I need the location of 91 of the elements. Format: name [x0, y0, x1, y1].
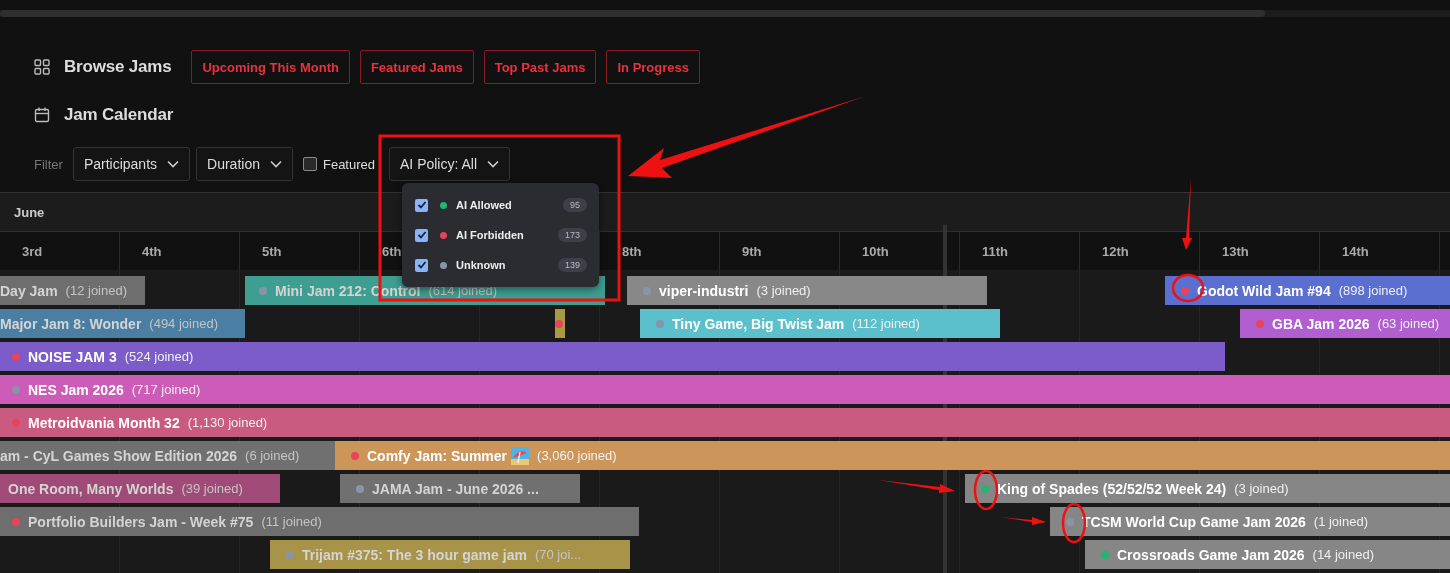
jam-name: One Room, Many Worlds [8, 480, 174, 497]
joined-count: (3,060 joined) [537, 448, 617, 463]
jam-filter-link[interactable]: Featured Jams [359, 50, 474, 84]
chevron-icon [487, 160, 500, 168]
joined-count: (6 joined) [245, 448, 300, 463]
jam-bar[interactable]: Trijam #375: The 3 hour game jam (70 joi... [270, 540, 630, 569]
ai-option-label: AI Forbidden [456, 229, 525, 241]
jam-name: JAMA Jam - June 2026 ... [372, 480, 539, 497]
day-header: 3rd [22, 243, 43, 259]
day-header: 11th [982, 243, 1008, 259]
joined-count: (112 joined) [852, 316, 920, 331]
jam-name: Major Jam 8: Wonder [0, 315, 142, 332]
count-badge: 173 [557, 228, 587, 242]
jam-filter-link[interactable]: In Progress [606, 50, 700, 84]
ai-option-label: Unknown [456, 259, 507, 271]
ai-option-label: AI Allowed [456, 199, 513, 211]
filter-dropdown[interactable]: Duration [196, 147, 293, 181]
joined-count: (3 joined) [1234, 481, 1289, 496]
featured-checkbox[interactable] [302, 157, 317, 171]
filter-dropdown[interactable]: Participants [72, 147, 191, 181]
count-badge: 95 [563, 198, 587, 212]
jam-filter-link[interactable]: Upcoming This Month [191, 50, 350, 84]
ai-option-checkbox[interactable] [415, 228, 428, 242]
jam-name: GBA Jam 2026 [1272, 315, 1370, 332]
jam-bar[interactable]: NES Jam 2026 (717 joined) [0, 375, 1450, 404]
jam-name: viper-industri [659, 282, 749, 299]
annotation-arrow [1000, 517, 1046, 525]
joined-count: (717 joined) [131, 382, 201, 397]
jam-bar[interactable]: am - CyL Games Show Edition 2026 (6 joined) [0, 441, 335, 470]
month-label: June [14, 204, 45, 220]
count-badge: 139 [557, 258, 587, 272]
ai-option-checkbox[interactable] [415, 198, 428, 212]
jam-bar[interactable]: Portfolio Builders Jam - Week #75 (11 joined) [0, 507, 639, 536]
jam-bar[interactable]: Day Jam (12 joined) [0, 276, 145, 305]
jam-calendar-title: Jam Calendar [64, 105, 174, 125]
jam-name: Comfy Jam: Summer [367, 447, 508, 464]
chevron-icon [167, 160, 180, 168]
joined-count: (39 joined) [181, 481, 243, 496]
joined-count: (12 joined) [65, 283, 128, 298]
joined-count: (524 joined) [124, 349, 194, 364]
grid-icon [34, 59, 50, 75]
jam-bar[interactable]: King of Spades (52/52/52 Week 24) (3 joined) [965, 474, 1450, 503]
jam-name: Day Jam [0, 282, 58, 299]
jam-name: am - CyL Games Show Edition 2026 [0, 447, 238, 464]
jam-bar[interactable]: Major Jam 8: Wonder (494 joined) [0, 309, 245, 338]
jam-name: NES Jam 2026 [28, 381, 124, 398]
jam-bar[interactable]: One Room, Many Worlds (39 joined) [0, 474, 280, 503]
day-header: 14th [1342, 243, 1369, 259]
browse-jams-title: Browse Jams [64, 57, 172, 77]
joined-count: (3 joined) [756, 283, 811, 298]
day-header: 12th [1102, 243, 1129, 259]
jam-bar[interactable]: NOISE JAM 3 (524 joined) [0, 342, 1225, 371]
jam-name: Crossroads Game Jam 2026 [1117, 546, 1305, 563]
day-header: 6th [382, 243, 402, 259]
jam-bar[interactable]: JAMA Jam - June 2026 ... [340, 474, 580, 503]
chevron-icon [269, 160, 282, 168]
day-header: 9th [742, 243, 762, 259]
joined-count: (11 joined) [261, 514, 322, 529]
jam-bar[interactable]: Tiny Game, Big Twist Jam (112 joined) [640, 309, 1000, 338]
day-header: 5th [262, 243, 282, 259]
calendar-icon [34, 107, 50, 123]
filter-label: Filter [34, 156, 63, 172]
day-header: 10th [862, 243, 889, 259]
beach-umbrella-icon [511, 446, 530, 465]
joined-count: (63 joined) [1377, 316, 1439, 331]
joined-count: (14 joined) [1312, 547, 1374, 562]
jam-name: Tiny Game, Big Twist Jam [672, 315, 845, 332]
jam-name: Trijam #375: The 3 hour game jam [302, 546, 527, 563]
joined-count: (494 joined) [149, 316, 218, 331]
jam-bar[interactable]: GBA Jam 2026 (63 joined) [1240, 309, 1450, 338]
jam-bar[interactable]: viper-industri (3 joined) [627, 276, 987, 305]
featured-label: Featured [322, 156, 375, 172]
day-header: 4th [142, 243, 162, 259]
joined-count: (898 joined) [1338, 283, 1408, 298]
jam-name: Metroidvania Month 32 [28, 414, 180, 431]
joined-count: (1 joined) [1313, 514, 1368, 529]
ai-policy-dropdown[interactable]: AI Policy: All [389, 147, 511, 181]
jam-bar[interactable]: Metroidvania Month 32 (1,130 joined) [0, 408, 1450, 437]
jam-bar[interactable]: Comfy Jam: Summer (3,060 joined) [335, 441, 1450, 470]
scrollbar[interactable] [0, 10, 1450, 17]
jam-name: NOISE JAM 3 [28, 348, 117, 365]
annotation-circle [973, 469, 999, 511]
ai-option-checkbox[interactable] [415, 258, 428, 272]
joined-count: (1,130 joined) [187, 415, 268, 430]
jam-name: King of Spades (52/52/52 Week 24) [997, 480, 1227, 497]
jam-bar[interactable]: Crossroads Game Jam 2026 (14 joined) [1085, 540, 1450, 569]
jam-filter-link[interactable]: Top Past Jams [483, 50, 597, 84]
joined-count: (70 joi... [534, 547, 582, 562]
day-header: 13th [1222, 243, 1249, 259]
day-header: 8th [622, 243, 642, 259]
jam-name: Portfolio Builders Jam - Week #75 [28, 513, 254, 530]
